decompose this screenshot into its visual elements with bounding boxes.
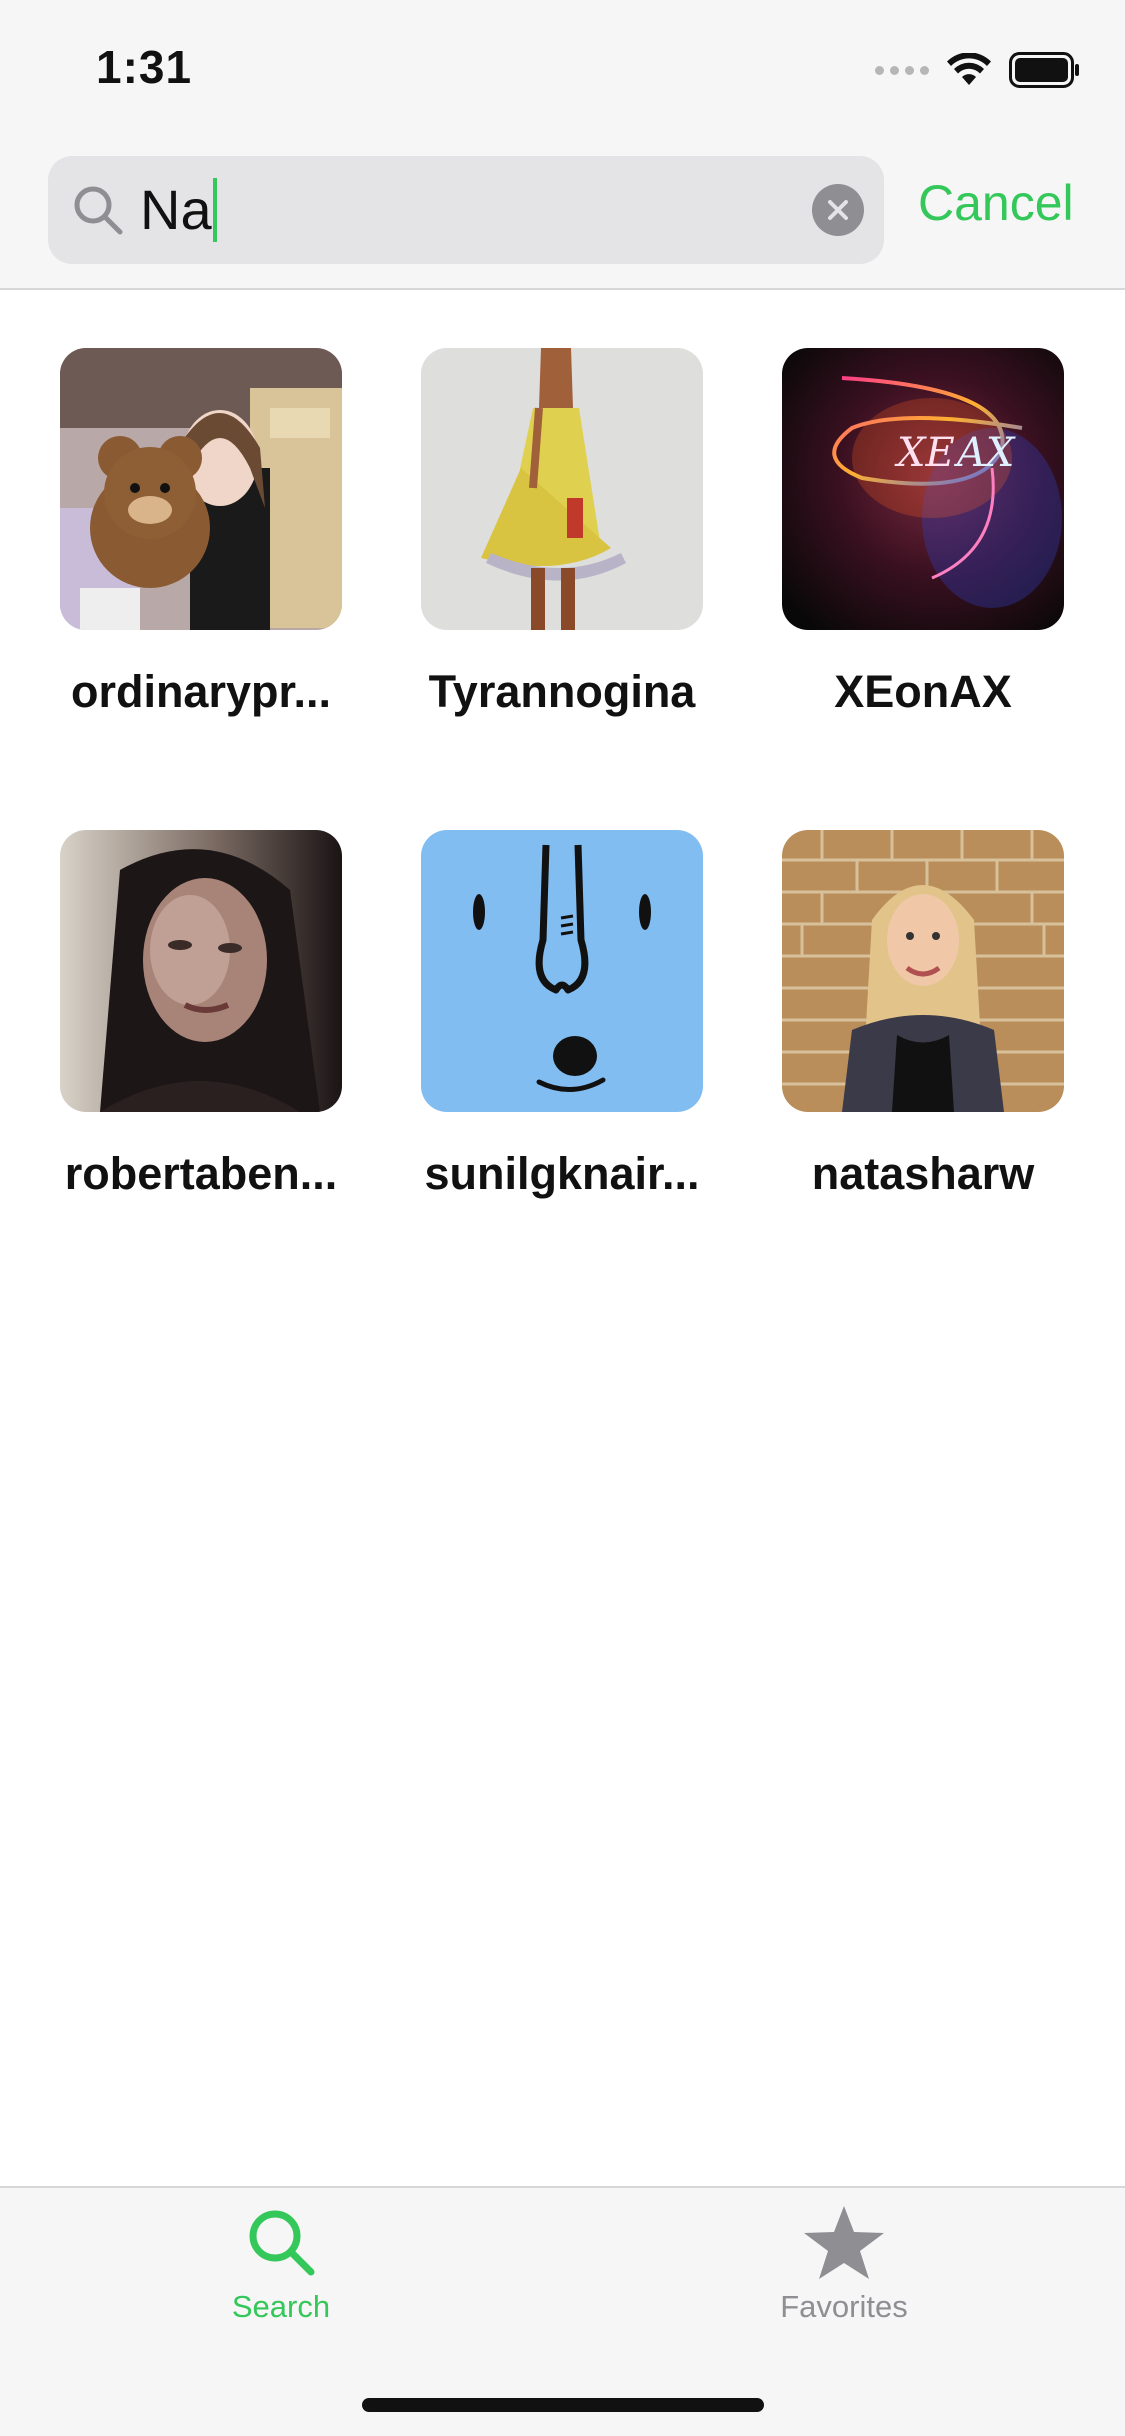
clear-search-button[interactable] [812,184,864,236]
wifi-icon [947,53,991,85]
search-icon [249,2210,315,2276]
user-name: robertaben... [64,1148,338,1199]
tab-favorites-label: Favorites [780,2289,908,2324]
search-query: Na [140,178,212,241]
svg-text:AX: AX [953,430,1016,476]
text-caret [212,178,217,242]
status-icons [875,50,1081,90]
user-name: Tyrannogina [428,666,696,717]
user-avatar [60,348,342,630]
star-icon [804,2206,884,2279]
user-avatar [782,830,1064,1112]
user-avatar: XE AX [782,348,1064,630]
cellular-signal-icon [875,65,929,75]
user-avatar [60,830,342,1112]
user-avatar [421,830,703,1112]
tab-search-label: Search [231,2289,331,2324]
tab-search[interactable]: Search [131,2204,431,2325]
search-header: 1:31 Na Cancel [0,0,1125,290]
user-name: natasharw [811,1148,1035,1199]
search-field[interactable]: Na [48,156,884,264]
screen: 1:31 Na Cancel ordinarypr... Tyrannogina… [0,0,1125,2436]
user-avatar [421,348,703,630]
home-indicator[interactable] [362,2398,764,2412]
svg-text:XE: XE [894,430,955,476]
status-time: 1:31 [96,41,193,93]
user-name: sunilgknair... [424,1148,700,1199]
user-name: ordinarypr... [70,666,332,717]
user-name: XEonAX [834,666,1012,717]
search-icon [74,186,123,235]
close-icon [828,200,848,220]
search-input[interactable]: Na [140,178,217,242]
cancel-button[interactable]: Cancel [918,174,1074,232]
battery-icon [1009,52,1079,88]
tab-favorites[interactable]: Favorites [694,2204,994,2325]
